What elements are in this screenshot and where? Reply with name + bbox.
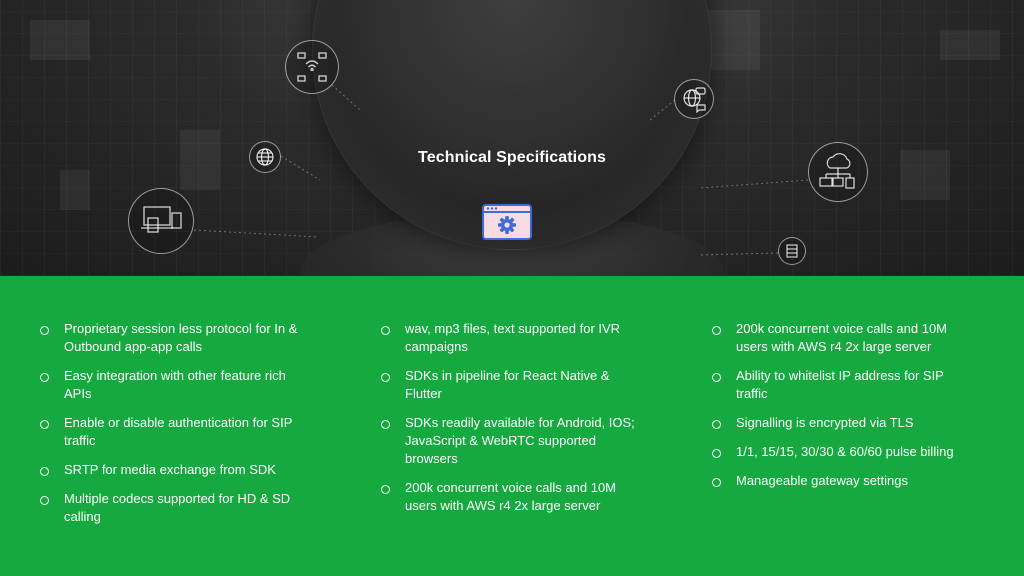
slide: Technical Specifications Proprietary ses…: [0, 0, 1024, 576]
list-item: Multiple codecs supported for HD & SD ca…: [40, 490, 310, 526]
gear-window-icon: [482, 204, 532, 240]
list-item: 200k concurrent voice calls and 10M user…: [381, 479, 641, 515]
list-item: Manageable gateway settings: [712, 472, 972, 490]
specs-column-3: 200k concurrent voice calls and 10M user…: [712, 320, 972, 501]
list-item: Proprietary session less protocol for In…: [40, 320, 310, 356]
list-item: 200k concurrent voice calls and 10M user…: [712, 320, 972, 356]
list-item: SDKs readily available for Android, IOS;…: [381, 414, 641, 468]
list-item: SRTP for media exchange from SDK: [40, 461, 310, 479]
page-title: Technical Specifications: [418, 149, 606, 166]
devices-icon: [128, 188, 194, 254]
database-icon: [778, 237, 806, 265]
list-item: wav, mp3 files, text supported for IVR c…: [381, 320, 641, 356]
list-item: Easy integration with other feature rich…: [40, 367, 310, 403]
specs-column-2: wav, mp3 files, text supported for IVR c…: [381, 320, 641, 526]
list-item: Enable or disable authentication for SIP…: [40, 414, 310, 450]
list-item: Ability to whitelist IP address for SIP …: [712, 367, 972, 403]
hero-banner: Technical Specifications: [0, 0, 1024, 276]
wifi-devices-icon: [285, 40, 339, 94]
list-item: Signalling is encrypted via TLS: [712, 414, 972, 432]
list-item: SDKs in pipeline for React Native & Flut…: [381, 367, 641, 403]
list-item: 1/1, 15/15, 30/30 & 60/60 pulse billing: [712, 443, 972, 461]
specs-column-1: Proprietary session less protocol for In…: [40, 320, 310, 537]
specs-panel: Proprietary session less protocol for In…: [0, 276, 1024, 576]
chat-globe-icon: [674, 79, 714, 119]
